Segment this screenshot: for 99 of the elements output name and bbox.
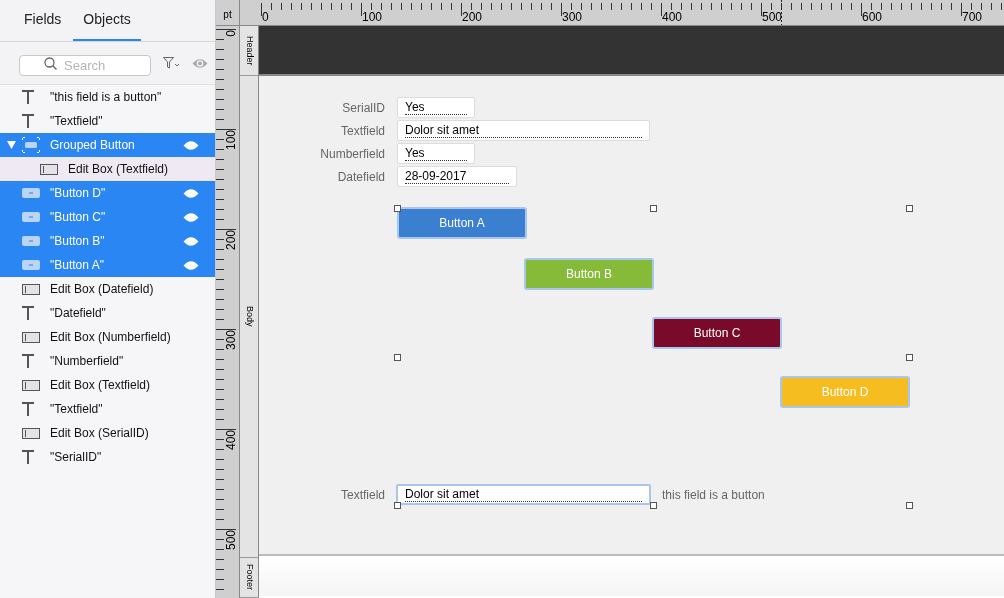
selection-handle[interactable] (394, 205, 401, 212)
object-row[interactable]: Edit Box (Textfield) (0, 157, 215, 181)
text-icon (22, 114, 34, 128)
tab[interactable]: Objects (73, 0, 141, 41)
object-label: "Button D" (50, 185, 107, 202)
edit-box-icon (22, 283, 40, 295)
text-input[interactable]: 28-09-2017 (397, 166, 517, 187)
ruler-label: 0 (262, 11, 269, 23)
search-icon (44, 56, 57, 70)
object-row[interactable]: "Button A" (0, 253, 215, 277)
field-label: Textfield (339, 486, 385, 504)
object-label: Edit Box (SerialID) (50, 425, 150, 442)
text-input[interactable]: Yes (397, 97, 475, 118)
object-row[interactable]: "this field is a button" (0, 85, 215, 109)
text-label: this field is a button (662, 486, 765, 504)
ruler-label: 200 (462, 11, 483, 23)
object-label: "Button B" (50, 233, 106, 250)
selection-handle[interactable] (650, 502, 657, 509)
ruler-label: 100 (224, 130, 238, 151)
object-row[interactable]: "SerialID" (0, 445, 215, 469)
object-row[interactable]: "Button B" (0, 229, 215, 253)
eye-icon[interactable] (183, 235, 199, 247)
object-label: "Button A" (50, 257, 105, 274)
ruler-label: 600 (862, 11, 883, 23)
ruler-label: 400 (662, 11, 683, 23)
object-label: Edit Box (Datefield) (50, 281, 155, 298)
selection-handle[interactable] (906, 354, 913, 361)
object-row[interactable]: "Button C" (0, 205, 215, 229)
text-icon (22, 306, 34, 320)
button-icon (22, 236, 40, 246)
object-label: "Datefield" (50, 305, 107, 322)
object-row[interactable]: Edit Box (SerialID) (0, 421, 215, 445)
ruler-label: 400 (224, 430, 238, 451)
edit-box-icon (22, 379, 40, 391)
object-row[interactable]: "Textfield" (0, 397, 215, 421)
object-label: Edit Box (Textfield) (68, 161, 170, 178)
edit-box-icon (40, 163, 58, 175)
edit-box-icon (22, 427, 40, 439)
selection-handle[interactable] (906, 205, 913, 212)
text-icon (22, 354, 34, 368)
eye-icon[interactable] (183, 259, 199, 271)
object-row[interactable]: "Datefield" (0, 301, 215, 325)
object-label: "SerialID" (50, 449, 103, 466)
object-row[interactable]: Grouped Button (0, 133, 215, 157)
group-icon (22, 137, 40, 153)
object-row[interactable]: Edit Box (Textfield) (0, 373, 215, 397)
ruler-label: 500 (762, 11, 783, 23)
edit-box-icon (22, 331, 40, 343)
ruler-label: 0 (224, 30, 238, 37)
selection-handle[interactable] (650, 205, 657, 212)
button-icon (22, 212, 40, 222)
eye-icon[interactable] (183, 211, 199, 223)
field-label: Numberfield (319, 145, 385, 163)
expanded-triangle-icon[interactable] (6, 141, 16, 149)
object-label: "Textfield" (50, 401, 104, 418)
button-icon (22, 260, 40, 270)
ruler-label: 200 (224, 230, 238, 251)
button-icon (22, 188, 40, 198)
ruler-label: 300 (562, 11, 583, 23)
field-label: Textfield (339, 122, 385, 140)
text-icon (22, 90, 34, 104)
object-label: "Numberfield" (50, 353, 125, 370)
object-row[interactable]: "Textfield" (0, 109, 215, 133)
ruler-label: 100 (362, 11, 383, 23)
object-label: "Button C" (50, 209, 107, 226)
text-input[interactable]: Yes (397, 143, 475, 164)
object-row[interactable]: "Button D" (0, 181, 215, 205)
ruler-label: 300 (224, 330, 238, 351)
filter-icon[interactable] (163, 57, 180, 69)
text-input[interactable]: Dolor sit amet (396, 484, 651, 505)
text-icon (22, 450, 34, 464)
eye-icon[interactable] (183, 139, 199, 151)
object-label: "this field is a button" (50, 89, 163, 106)
object-label: "Textfield" (50, 113, 104, 130)
eye-icon[interactable] (183, 187, 199, 199)
text-icon (22, 402, 34, 416)
form-button[interactable]: Button C (652, 317, 782, 349)
object-label: Grouped Button (50, 137, 136, 154)
text-input[interactable]: Dolor sit amet (397, 120, 650, 141)
search-field[interactable]: Search (19, 54, 151, 76)
selection-handle[interactable] (906, 502, 913, 509)
object-label: Edit Box (Textfield) (50, 377, 152, 394)
object-label: Edit Box (Numberfield) (50, 329, 172, 346)
selection-handle[interactable] (394, 502, 401, 509)
object-row[interactable]: Edit Box (Datefield) (0, 277, 215, 301)
ruler-label: 700 (962, 11, 983, 23)
object-row[interactable]: Edit Box (Numberfield) (0, 325, 215, 349)
field-label: SerialID (341, 99, 385, 117)
band-tab[interactable]: Footer (240, 558, 258, 598)
unit-label: pt (216, 0, 240, 26)
field-label: Datefield (336, 168, 385, 186)
band-tab[interactable]: Header (240, 26, 258, 76)
selection-handle[interactable] (394, 354, 401, 361)
object-row[interactable]: "Numberfield" (0, 349, 215, 373)
ruler-label: 500 (224, 530, 238, 551)
tab[interactable]: Fields (14, 0, 72, 41)
cursor-guide (781, 0, 782, 25)
form-button[interactable]: Button A (397, 207, 527, 239)
band-tab[interactable]: Body (240, 76, 258, 558)
